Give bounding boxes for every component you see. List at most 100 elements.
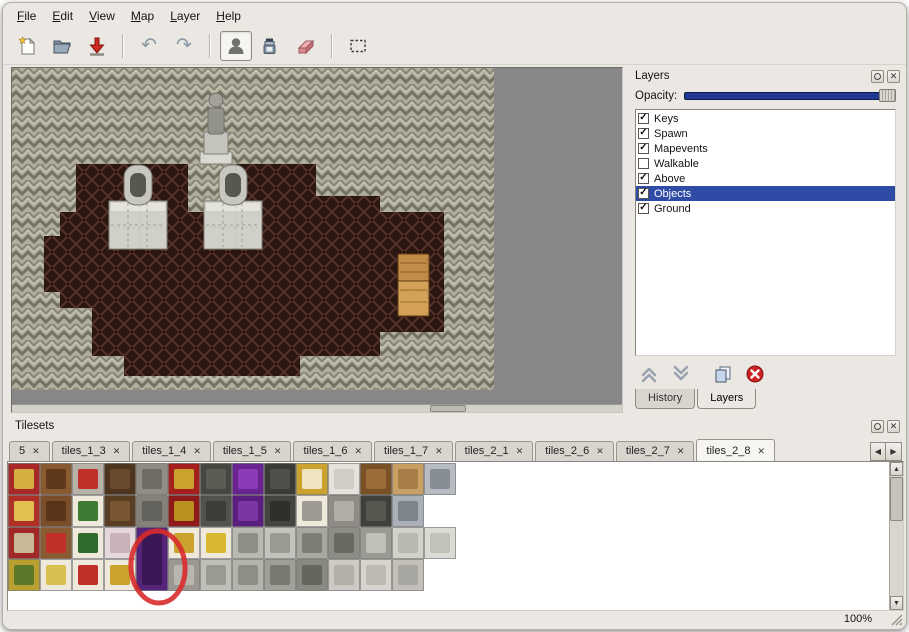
tileset-tab[interactable]: 5✕ [9,441,50,461]
tab-close-icon[interactable]: ✕ [113,447,121,456]
layer-checkbox[interactable] [638,203,649,214]
tileset-tab[interactable]: tiles_1_7✕ [374,441,453,461]
tileset-image [8,463,868,609]
layer-label: Above [654,173,685,185]
opacity-slider-groove [684,92,896,100]
opacity-slider-thumb[interactable] [879,89,896,102]
duplicate-icon [713,364,733,384]
tab-close-icon[interactable]: ✕ [355,447,363,456]
new-button[interactable] [11,31,43,61]
status-bar: 100% [3,609,906,629]
layer-row[interactable]: Walkable [636,156,895,171]
map-hscrollbar[interactable] [12,404,622,412]
layer-checkbox[interactable] [638,143,649,154]
float-icon [874,73,881,80]
tileset-tabs: 5✕ tiles_1_3 ✕ tiles_1_4✕ tiles_1_5 ✕ tile… [9,439,866,461]
scroll-up-button[interactable]: ▲ [890,462,903,476]
scroll-tabs-left-button[interactable]: ◀ [870,442,886,461]
tab-close-icon[interactable]: ✕ [596,447,604,456]
tab-layers[interactable]: Layers [697,389,756,409]
tileset-vscrollbar-thumb[interactable] [890,477,903,521]
tileset-tab-label: tiles_1_3 [62,445,106,457]
tileset-tab-label: tiles_2_6 [545,445,589,457]
open-folder-icon [51,35,73,57]
redo-button[interactable]: ↷ [168,31,200,61]
close-panel-button[interactable]: ✕ [887,420,900,433]
scroll-down-button[interactable]: ▼ [890,596,903,610]
chevrons-down-icon [671,364,691,384]
layer-row[interactable]: Above [636,171,895,186]
lower-layer-button[interactable] [669,362,693,386]
layer-label: Mapevents [654,143,708,155]
tab-close-icon[interactable]: ✕ [677,447,685,456]
layer-label: Spawn [654,128,688,140]
tileset-tab[interactable]: tiles_1_5 ✕ [213,441,292,461]
tileset-tab[interactable]: tiles_2_7 ✕ [616,441,695,461]
scroll-tabs-right-button[interactable]: ▶ [886,442,902,461]
layers-panel-header: Layers ✕ [627,67,904,85]
eraser-tool-button[interactable] [290,31,322,61]
duplicate-layer-button[interactable] [711,362,735,386]
delete-layer-button[interactable] [743,362,767,386]
tileset-tab[interactable]: tiles_1_6✕ [293,441,372,461]
layer-row[interactable]: Ground [636,201,895,216]
layer-row[interactable]: Keys [636,111,895,126]
tileset-tab-label: tiles_2_8 [706,445,750,457]
layer-checkbox[interactable] [638,158,649,169]
save-button[interactable] [81,31,113,61]
undo-button[interactable]: ↶ [133,31,165,61]
opacity-row: Opacity: [627,85,904,105]
float-panel-button[interactable] [871,70,884,83]
float-panel-button[interactable] [871,420,884,433]
tab-close-icon[interactable]: ✕ [516,447,524,456]
tab-close-icon[interactable]: ✕ [32,447,40,456]
layer-row[interactable]: Spawn [636,126,895,141]
stamp-tool-button[interactable] [220,31,252,61]
menu-layer[interactable]: Layer [162,7,208,25]
menu-edit[interactable]: Edit [44,7,81,25]
select-tool-button[interactable] [342,31,374,61]
ink-bottle-icon [260,35,282,57]
resize-grip[interactable] [890,613,903,626]
tileset-tab[interactable]: tiles_1_4✕ [132,441,211,461]
map-hscrollbar-thumb[interactable] [430,405,466,412]
layer-checkbox[interactable] [638,128,649,139]
opacity-slider[interactable] [684,88,896,103]
layer-actions-toolbar [627,359,904,389]
tilesets-panel-header: Tilesets ✕ [7,417,904,435]
tileset-tab[interactable]: tiles_2_6 ✕ [535,441,614,461]
layer-list: Keys Spawn Mapevents Walkable Above Obje… [635,109,896,356]
tab-close-icon[interactable]: ✕ [193,447,201,456]
raise-layer-button[interactable] [637,362,661,386]
tileset-tab-label: tiles_2_7 [626,445,670,457]
layer-row[interactable]: Objects [636,186,895,201]
tileset-tab[interactable]: tiles_2_1✕ [455,441,534,461]
tab-history[interactable]: History [635,389,695,409]
tileset-canvas[interactable]: ▲ ▼ [7,461,904,611]
tileset-tab-label: tiles_1_5 [223,445,267,457]
menu-map[interactable]: Map [123,7,162,25]
menu-view[interactable]: View [81,7,123,25]
menu-bar: File Edit View Map Layer Help [3,3,906,27]
fill-tool-button[interactable] [255,31,287,61]
tab-close-icon[interactable]: ✕ [757,447,765,456]
toolbar-separator [209,34,211,58]
layer-checkbox[interactable] [638,188,649,199]
tileset-tab[interactable]: tiles_1_3 ✕ [52,441,131,461]
layer-checkbox[interactable] [638,173,649,184]
tab-close-icon[interactable]: ✕ [435,447,443,456]
tab-close-icon[interactable]: ✕ [274,447,282,456]
tab-scroll-arrows: ◀ ▶ [870,442,902,461]
layer-checkbox[interactable] [638,113,649,124]
tileset-vscrollbar[interactable]: ▲ ▼ [889,462,903,610]
close-icon: ✕ [890,422,898,431]
map-canvas[interactable] [11,67,623,413]
map-image [12,68,494,390]
menu-file[interactable]: File [9,7,44,25]
layer-row[interactable]: Mapevents [636,141,895,156]
open-button[interactable] [46,31,78,61]
layers-panel: Layers ✕ Opacity: Keys Spawn Mapevents [627,67,904,413]
menu-help[interactable]: Help [208,7,249,25]
tileset-tab[interactable]: tiles_2_8 ✕ [696,439,775,461]
close-panel-button[interactable]: ✕ [887,70,900,83]
